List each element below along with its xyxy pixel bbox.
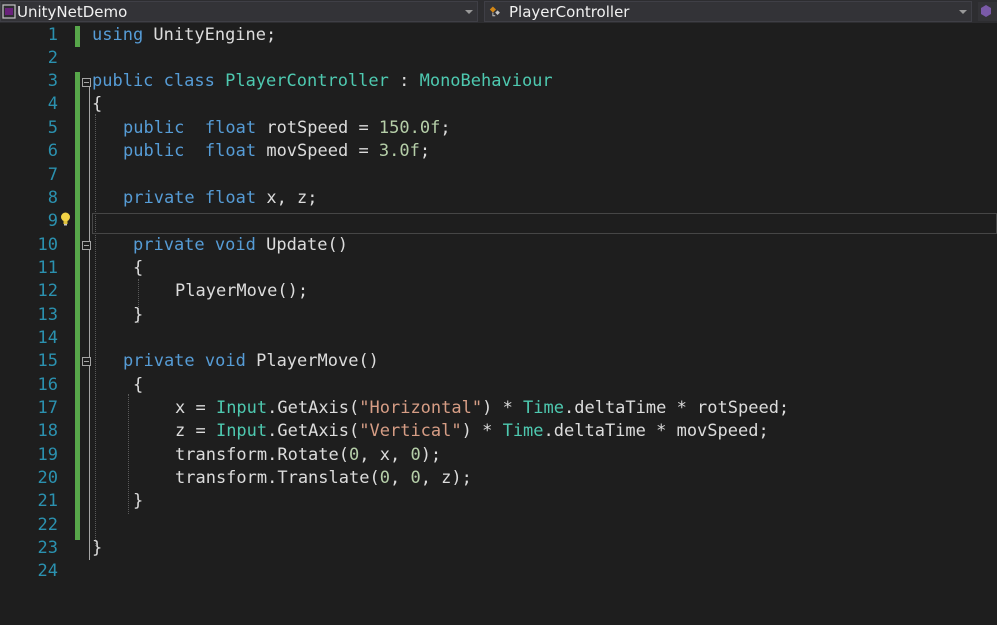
code-line[interactable]: 24 (0, 560, 997, 583)
chevron-down-icon[interactable] (959, 10, 967, 14)
code-line[interactable]: 18 z = Input.GetAxis("Vertical") * Time.… (0, 420, 997, 443)
code-line[interactable]: 16 { (0, 374, 997, 397)
line-number: 4 (47, 94, 58, 114)
navigation-bar: UnityNetDemo PlayerController (0, 0, 997, 23)
code-text[interactable]: PlayerMove(); (175, 280, 308, 303)
code-line[interactable]: 23 } (0, 537, 997, 560)
code-line[interactable]: 15 private void PlayerMove() (0, 350, 997, 373)
code-text[interactable]: transform.Translate(0, 0, z); (175, 467, 472, 490)
line-number: 10 (37, 235, 58, 255)
code-text[interactable]: } (133, 490, 143, 513)
code-text[interactable]: public float movSpeed = 3.0f; (123, 140, 430, 163)
code-line[interactable]: 2 (0, 47, 997, 70)
line-number: 9 (47, 211, 58, 231)
line-number: 5 (47, 118, 58, 138)
code-text[interactable]: { (92, 93, 102, 116)
line-number: 2 (47, 48, 58, 68)
line-number: 8 (47, 188, 58, 208)
class-dropdown[interactable]: PlayerController (484, 1, 972, 22)
chevron-down-icon[interactable] (465, 10, 473, 14)
line-number: 18 (37, 421, 58, 441)
class-component-icon (489, 6, 500, 17)
code-text[interactable]: private void Update() (133, 234, 348, 257)
code-text[interactable]: { (133, 374, 143, 397)
project-dropdown[interactable]: UnityNetDemo (0, 1, 478, 22)
code-line[interactable]: 5 public float rotSpeed = 150.0f; (0, 117, 997, 140)
line-number: 15 (37, 351, 58, 371)
csharp-project-icon (2, 4, 16, 19)
member-dropdown-icon[interactable] (978, 2, 997, 21)
line-number: 14 (37, 328, 58, 348)
code-line[interactable]: 22 (0, 514, 997, 537)
line-number: 24 (37, 561, 58, 581)
line-number: 17 (37, 398, 58, 418)
code-text[interactable]: x = Input.GetAxis("Horizontal") * Time.d… (175, 397, 789, 420)
line-number: 12 (37, 281, 58, 301)
code-line[interactable]: 12 PlayerMove(); (0, 280, 997, 303)
line-number: 20 (37, 468, 58, 488)
code-line[interactable]: 17 x = Input.GetAxis("Horizontal") * Tim… (0, 397, 997, 420)
code-line[interactable]: 4 { (0, 93, 997, 116)
code-line[interactable]: 1 using UnityEngine; (0, 24, 997, 47)
code-line[interactable]: 14 (0, 327, 997, 350)
code-text[interactable]: private void PlayerMove() (123, 350, 379, 373)
code-line[interactable]: 6 public float movSpeed = 3.0f; (0, 140, 997, 163)
line-number: 6 (47, 141, 58, 161)
code-text[interactable]: } (92, 537, 102, 560)
code-text[interactable]: using UnityEngine; (92, 24, 276, 47)
code-line[interactable]: 11 { (0, 257, 997, 280)
code-text[interactable]: } (133, 304, 143, 327)
code-line[interactable]: 8 private float x, z; (0, 187, 997, 210)
code-text[interactable]: z = Input.GetAxis("Vertical") * Time.del… (175, 420, 769, 443)
code-line[interactable]: 10 private void Update() (0, 234, 997, 257)
code-editor[interactable]: 1 using UnityEngine; 2 3 public class Pl… (0, 24, 997, 625)
code-line[interactable]: 7 (0, 164, 997, 187)
code-text[interactable]: public class PlayerController : MonoBeha… (92, 70, 553, 93)
code-line[interactable]: 3 public class PlayerController : MonoBe… (0, 70, 997, 93)
project-dropdown-label: UnityNetDemo (17, 3, 128, 21)
line-number: 11 (37, 258, 58, 278)
class-dropdown-label: PlayerController (509, 3, 630, 21)
code-text[interactable]: private float x, z; (123, 187, 318, 210)
line-number: 3 (47, 71, 58, 91)
code-line[interactable]: 19 transform.Rotate(0, x, 0); (0, 444, 997, 467)
line-number: 19 (37, 445, 58, 465)
line-number: 1 (47, 25, 58, 45)
code-line[interactable]: 21 } (0, 490, 997, 513)
code-line[interactable]: 9 (0, 210, 997, 233)
line-number: 16 (37, 375, 58, 395)
line-number: 13 (37, 305, 58, 325)
line-number: 22 (37, 515, 58, 535)
line-number: 21 (37, 491, 58, 511)
code-line[interactable]: 13 } (0, 304, 997, 327)
line-number: 23 (37, 538, 58, 558)
line-number: 7 (47, 165, 58, 185)
code-text[interactable]: { (133, 257, 143, 280)
code-line[interactable]: 20 transform.Translate(0, 0, z); (0, 467, 997, 490)
code-text[interactable]: public float rotSpeed = 150.0f; (123, 117, 451, 140)
code-text[interactable]: transform.Rotate(0, x, 0); (175, 444, 441, 467)
